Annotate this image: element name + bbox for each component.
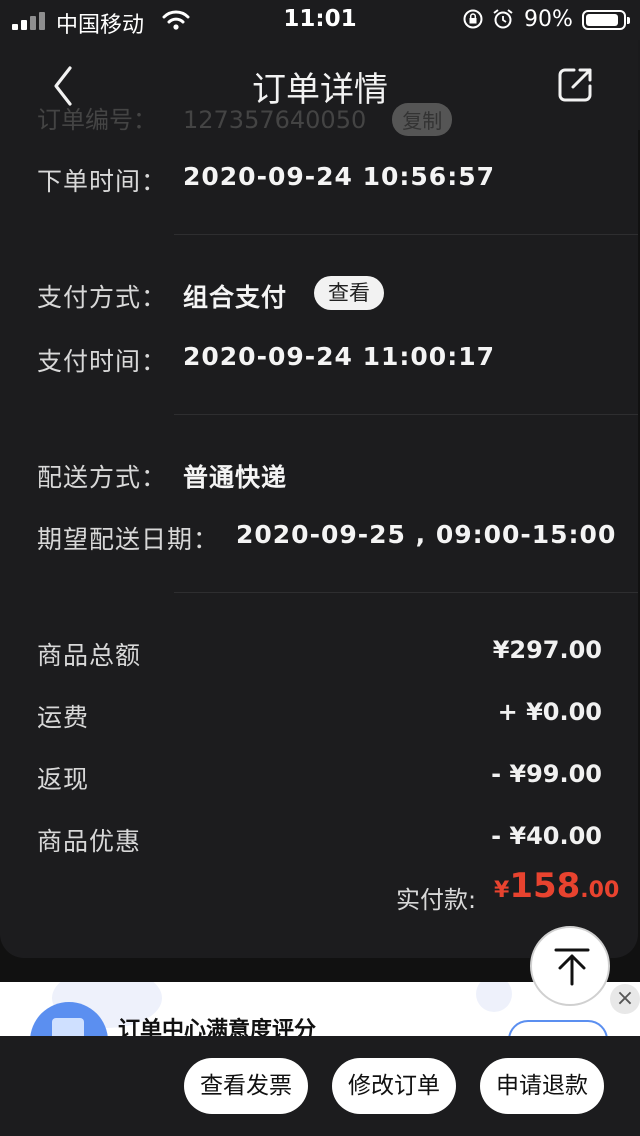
order-number-label: 订单编号： <box>37 106 157 134</box>
pay-time-value: 2020-09-24 11:00:17 <box>183 342 495 371</box>
rotation-lock-icon <box>463 9 483 29</box>
decorative-shape <box>476 982 512 1012</box>
request-refund-button[interactable]: 申请退款 <box>480 1058 604 1114</box>
battery-percent: 90% <box>524 7 573 32</box>
back-to-top-button[interactable] <box>530 926 610 1006</box>
pay-time-label: 支付时间： <box>37 347 168 376</box>
amount-label: 运费 <box>37 703 90 732</box>
order-number-row: 订单编号： 127357640050 复制 <box>37 100 478 136</box>
amount-value: ¥297.00 <box>492 636 602 664</box>
pay-method-value: 组合支付 <box>183 283 288 312</box>
order-number: 127357640050 <box>183 106 367 134</box>
modify-order-button[interactable]: 修改订单 <box>332 1058 456 1114</box>
battery-icon <box>582 10 630 30</box>
ship-date-value: 2020-09-25 , 09:00-15:00 <box>236 520 617 549</box>
amount-label: 商品优惠 <box>37 827 142 856</box>
total-paid-value: ¥158.00 <box>494 866 619 906</box>
order-time-label: 下单时间： <box>37 167 168 196</box>
amount-label: 返现 <box>37 765 90 794</box>
status-bar: 中国移动 11:01 90% <box>0 0 640 40</box>
share-icon[interactable] <box>556 64 596 104</box>
amount-value: + ¥0.00 <box>497 698 602 726</box>
ship-method-value: 普通快递 <box>183 463 288 492</box>
alarm-icon <box>493 9 513 29</box>
arrow-up-icon <box>554 948 590 986</box>
divider <box>174 414 638 415</box>
order-time-value: 2020-09-24 10:56:57 <box>183 162 495 191</box>
pay-method-label: 支付方式： <box>37 283 168 312</box>
ship-date-label: 期望配送日期： <box>37 525 220 554</box>
divider <box>174 592 638 593</box>
view-invoice-button[interactable]: 查看发票 <box>184 1058 308 1114</box>
banner-title: 订单中心满意度评分 <box>118 1018 317 1038</box>
bottom-action-bar: 查看发票 修改订单 申请退款 <box>0 1036 640 1136</box>
amount-value: - ¥99.00 <box>491 760 602 788</box>
total-paid-label: 实付款: <box>396 886 477 914</box>
view-payment-button[interactable]: 查看 <box>314 276 384 310</box>
copy-button[interactable]: 复制 <box>392 103 453 136</box>
currency-symbol: ¥ <box>494 878 510 903</box>
order-detail-card: 订单编号： 127357640050 复制 下单时间： 2020-09-24 10:… <box>0 40 638 958</box>
close-banner-button[interactable]: × <box>610 984 640 1014</box>
total-integer: 158 <box>509 866 581 906</box>
total-decimal: .00 <box>580 878 620 903</box>
ship-method-label: 配送方式： <box>37 463 168 492</box>
divider <box>174 234 638 235</box>
amount-value: - ¥40.00 <box>491 822 602 850</box>
amount-label: 商品总额 <box>37 641 142 670</box>
